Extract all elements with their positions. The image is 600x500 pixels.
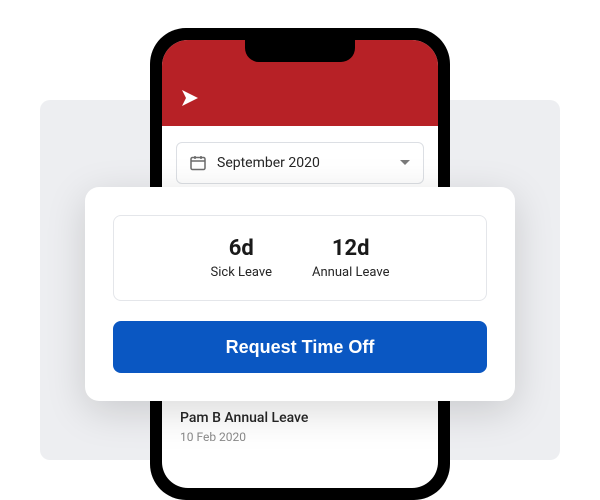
phone-notch <box>245 40 355 62</box>
balance-annual-leave: 12d Annual Leave <box>312 236 389 280</box>
event-title: Pam B Annual Leave <box>180 410 420 426</box>
calendar-icon <box>189 154 207 172</box>
request-time-off-button[interactable]: Request Time Off <box>113 321 487 373</box>
balance-value: 12d <box>312 236 389 261</box>
button-label: Request Time Off <box>226 337 375 357</box>
balance-sick-leave: 6d Sick Leave <box>211 236 272 280</box>
balance-label: Sick Leave <box>211 265 272 280</box>
balances-row: 6d Sick Leave 12d Annual Leave <box>113 215 487 301</box>
chevron-down-icon <box>399 159 411 167</box>
list-item[interactable]: Pam B Annual Leave 10 Feb 2020 <box>162 398 438 456</box>
app-header <box>162 40 438 126</box>
month-label: September 2020 <box>217 155 389 171</box>
balance-label: Annual Leave <box>312 265 389 280</box>
chevron-logo-icon <box>180 86 210 110</box>
balance-value: 6d <box>211 236 272 261</box>
month-picker[interactable]: September 2020 <box>176 142 424 184</box>
event-date: 10 Feb 2020 <box>180 430 420 444</box>
summary-card: 6d Sick Leave 12d Annual Leave Request T… <box>85 187 515 401</box>
